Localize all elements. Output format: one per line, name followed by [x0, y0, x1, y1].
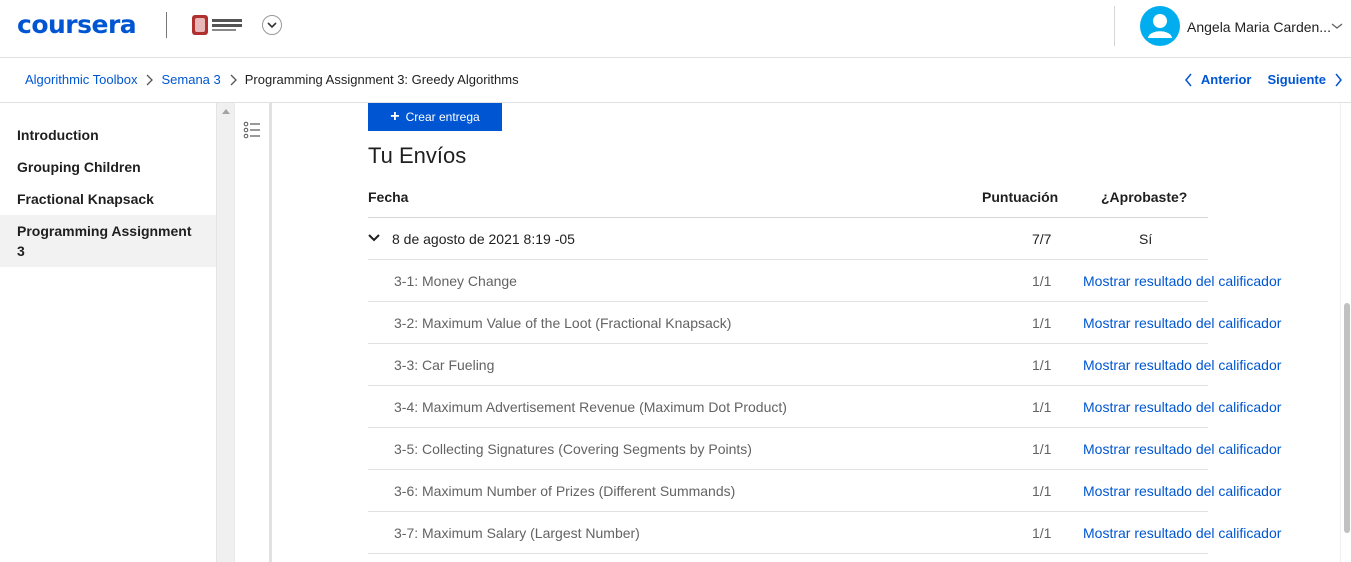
show-grader-output-link[interactable]: Mostrar resultado del calificador [1083, 441, 1281, 457]
part-name: 3-3: Car Fueling [394, 357, 495, 373]
part-name: 3-2: Maximum Value of the Loot (Fraction… [394, 315, 732, 331]
submission-passed: Sí [1139, 231, 1153, 247]
table-row: 3-4: Maximum Advertisement Revenue (Maxi… [368, 386, 1281, 428]
chevron-down-icon[interactable] [368, 233, 380, 243]
breadcrumb-bar: Algorithmic Toolbox Semana 3 Programming… [0, 58, 1351, 103]
sidebar-scrollbar[interactable] [216, 103, 234, 562]
column-date: Fecha [368, 189, 409, 205]
table-row: 3-6: Maximum Number of Prizes (Different… [368, 470, 1281, 512]
show-grader-output-link[interactable]: Mostrar resultado del calificador [1083, 483, 1281, 499]
submission-parts: 3-1: Money Change 1/1 Mostrar resultado … [368, 260, 1340, 554]
show-grader-output-link[interactable]: Mostrar resultado del calificador [1083, 315, 1281, 331]
avatar[interactable] [1140, 6, 1180, 46]
outline-panel [234, 103, 272, 562]
user-name[interactable]: Angela Maria Carden... [1187, 19, 1331, 35]
chevron-down-icon [267, 21, 277, 28]
table-row: 3-1: Money Change 1/1 Mostrar resultado … [368, 260, 1281, 302]
chevron-right-icon [225, 73, 241, 87]
submission-date: 8 de agosto de 2021 8:19 -05 [392, 231, 575, 247]
user-icon [1148, 14, 1172, 38]
table-header: Fecha Puntuación ¿Aprobaste? [368, 189, 1208, 218]
next-button[interactable]: Siguiente [1267, 72, 1343, 87]
chevron-down-icon[interactable] [1330, 21, 1344, 31]
previous-label: Anterior [1200, 72, 1252, 87]
sidebar-item-introduction[interactable]: Introduction [0, 125, 216, 145]
breadcrumb-week[interactable]: Semana 3 [161, 72, 220, 87]
show-grader-output-link[interactable]: Mostrar resultado del calificador [1083, 273, 1281, 289]
table-row: 3-5: Collecting Signatures (Covering Seg… [368, 428, 1281, 470]
next-label: Siguiente [1267, 72, 1326, 87]
part-score: 1/1 [1032, 357, 1052, 373]
part-name: 3-5: Collecting Signatures (Covering Seg… [394, 441, 752, 457]
university-menu-button[interactable] [262, 15, 282, 35]
sidebar-item-programming-assignment[interactable]: Programming Assignment 3 [0, 215, 216, 267]
logo-divider [166, 12, 167, 38]
part-name: 3-4: Maximum Advertisement Revenue (Maxi… [394, 399, 787, 415]
breadcrumb-current: Programming Assignment 3: Greedy Algorit… [244, 72, 519, 87]
list-outline-icon[interactable] [243, 121, 263, 139]
column-passed: ¿Aprobaste? [1101, 189, 1188, 205]
column-score: Puntuación [982, 189, 1059, 205]
item-navigation: Anterior Siguiente [1184, 72, 1343, 87]
chevron-right-icon [141, 73, 157, 87]
part-score: 1/1 [1032, 315, 1052, 331]
coursera-logo[interactable]: coursera [17, 10, 137, 39]
part-name: 3-7: Maximum Salary (Largest Number) [394, 525, 640, 541]
create-submission-button[interactable]: + Crear entrega [368, 103, 502, 131]
part-name: 3-1: Money Change [394, 273, 517, 289]
show-grader-output-link[interactable]: Mostrar resultado del calificador [1083, 357, 1281, 373]
chevron-left-icon [1184, 73, 1192, 86]
part-score: 1/1 [1032, 483, 1052, 499]
show-grader-output-link[interactable]: Mostrar resultado del calificador [1083, 525, 1281, 541]
page-scrollbar[interactable] [1340, 103, 1351, 562]
sidebar-item-grouping-children[interactable]: Grouping Children [0, 157, 216, 177]
sidebar-item-fractional-knapsack[interactable]: Fractional Knapsack [0, 189, 216, 209]
previous-button[interactable]: Anterior [1184, 72, 1252, 87]
university-logo[interactable] [190, 13, 246, 37]
main-content: + Crear entrega Tu Envíos Fecha Puntuaci… [275, 103, 1340, 562]
chevron-right-icon [1335, 73, 1342, 86]
part-score: 1/1 [1032, 399, 1052, 415]
scroll-up-icon[interactable] [222, 109, 230, 114]
part-score: 1/1 [1032, 441, 1052, 457]
submission-score: 7/7 [1032, 231, 1052, 247]
create-submission-label: Crear entrega [405, 110, 480, 124]
part-score: 1/1 [1032, 525, 1052, 541]
part-score: 1/1 [1032, 273, 1052, 289]
sidebar: Introduction Grouping Children Fractiona… [0, 103, 216, 562]
table-row: 3-7: Maximum Salary (Largest Number) 1/1… [368, 512, 1281, 554]
page-title: Tu Envíos [368, 143, 467, 168]
scrollbar-thumb[interactable] [1344, 303, 1350, 533]
header-divider [1114, 6, 1115, 46]
submission-row[interactable]: 8 de agosto de 2021 8:19 -05 7/7 Sí [368, 218, 1208, 260]
breadcrumb-course[interactable]: Algorithmic Toolbox [25, 72, 137, 87]
breadcrumb: Algorithmic Toolbox Semana 3 Programming… [25, 72, 519, 87]
table-row: 3-2: Maximum Value of the Loot (Fraction… [368, 302, 1281, 344]
table-row: 3-3: Car Fueling 1/1 Mostrar resultado d… [368, 344, 1281, 386]
show-grader-output-link[interactable]: Mostrar resultado del calificador [1083, 399, 1281, 415]
top-header: coursera Angela Maria Carden... [0, 0, 1351, 58]
plus-icon: + [390, 108, 400, 125]
part-name: 3-6: Maximum Number of Prizes (Different… [394, 483, 736, 499]
